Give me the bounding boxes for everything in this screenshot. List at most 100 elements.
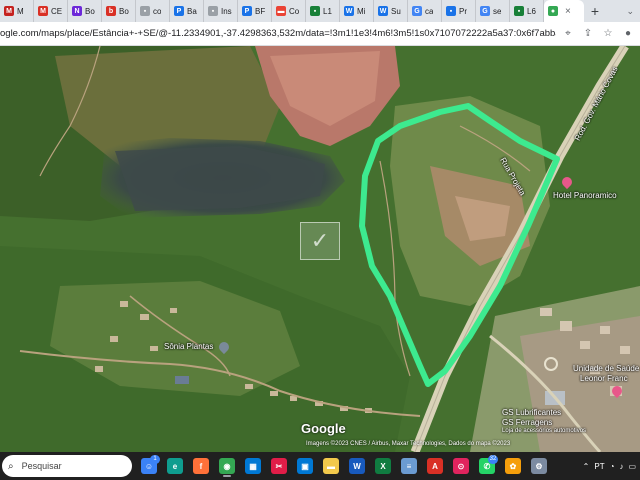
location-icon[interactable]: ⌖	[562, 28, 574, 39]
language-indicator[interactable]: PT	[594, 462, 604, 471]
check-icon: ✓	[300, 222, 340, 260]
poi-gs-ferragens-label[interactable]: GS Ferragens	[502, 418, 552, 427]
tab-label: Ba	[187, 6, 197, 16]
browser-tab[interactable]: ▪ Pr	[442, 0, 476, 22]
tab-favicon-icon: ▪	[446, 6, 456, 16]
taskbar-app-app1[interactable]: ▣	[294, 455, 316, 477]
firefox-icon: f	[193, 458, 209, 474]
poi-leonor-label[interactable]: Leonor Franc	[580, 374, 628, 383]
taskbar-app-settings[interactable]: ⚙	[528, 455, 550, 477]
poi-hotel-label[interactable]: Hotel Panoramico	[553, 191, 617, 200]
tab-label: M	[17, 6, 24, 16]
tab-favicon-icon: P	[174, 6, 184, 16]
taskbar-app-whatsapp[interactable]: ✆ 32	[476, 455, 498, 477]
settings-icon: ⚙	[531, 458, 547, 474]
notepad-icon: ≡	[401, 458, 417, 474]
tab-label: Su	[391, 6, 401, 16]
browser-tab[interactable]: ● ×	[544, 0, 584, 22]
tab-favicon-icon: ▬	[276, 6, 286, 16]
browser-tab[interactable]: W Su	[374, 0, 408, 22]
search-icon: ⌕	[8, 460, 14, 472]
browser-tab[interactable]: Gca	[408, 0, 442, 22]
taskbar: ⌕ Pesquisar ☺ 1 e f ◉ ▦ ✂ ▣ ▬ W X ≡ A ⊙ ✆ 32 ✿ ⚙ ⌃ PT ◔ ♪…	[0, 452, 640, 480]
screen: M M M CE N Bo b Bo ▪ co P Ba ▪ Ins P BF ▬ Co ▪ L1 W Mi W Su Gca ▪…	[0, 0, 640, 480]
taskbar-apps: ☺ 1 e f ◉ ▦ ✂ ▣ ▬ W X ≡ A ⊙ ✆ 32 ✿ ⚙	[138, 455, 550, 477]
taskbar-app-excel[interactable]: X	[372, 455, 394, 477]
tab-label: ca	[425, 6, 434, 16]
poi-gs-lubrificantes-label[interactable]: GS Lubrificantes	[502, 408, 561, 417]
bookmark-star-icon[interactable]: ☆	[602, 28, 614, 39]
tab-favicon-icon: b	[106, 6, 116, 16]
system-tray: ⌃ PT ◔ ♪ ▭	[583, 462, 640, 471]
volume-icon[interactable]: ♪	[619, 462, 623, 471]
browser-tab[interactable]: MM	[0, 0, 34, 22]
search-placeholder: Pesquisar	[21, 461, 62, 471]
pdf-icon: A	[427, 458, 443, 474]
tab-label: Bo	[85, 6, 95, 16]
tab-label: se	[493, 6, 502, 16]
browser-tab[interactable]: ▬ Co	[272, 0, 306, 22]
edge-icon: e	[167, 458, 183, 474]
share-icon[interactable]: ⇪	[582, 28, 594, 39]
profile-icon[interactable]: ●	[622, 28, 634, 39]
tab-label: Pr	[459, 6, 467, 16]
taskbar-search-box[interactable]: ⌕ Pesquisar	[2, 455, 132, 477]
tab-favicon-icon: ▪	[140, 6, 150, 16]
taskbar-app-firefox[interactable]: f	[190, 455, 212, 477]
taskbar-app-word[interactable]: W	[346, 455, 368, 477]
browser-tab[interactable]: ▪ Ins	[204, 0, 238, 22]
poi-loja-label[interactable]: Loja de acessórios automotivos	[502, 428, 586, 434]
new-tab-button[interactable]: +	[584, 3, 606, 19]
url-field[interactable]: ogle.com/maps/place/Estância+-+SE/@-11.2…	[0, 22, 556, 46]
tab-label: L6	[527, 6, 536, 16]
snip-icon: ✂	[271, 458, 287, 474]
chevron-up-icon[interactable]: ⌃	[583, 462, 590, 471]
tab-favicon-icon: G	[412, 6, 422, 16]
tab-favicon-icon: ▪	[310, 6, 320, 16]
browser-tab[interactable]: W Mi	[340, 0, 374, 22]
taskbar-app-notepad[interactable]: ≡	[398, 455, 420, 477]
address-bar: ogle.com/maps/place/Estância+-+SE/@-11.2…	[0, 22, 640, 46]
browser-tab[interactable]: ▪ co	[136, 0, 170, 22]
tab-favicon-icon: W	[344, 6, 354, 16]
browser-tab[interactable]: ▪ L1	[306, 0, 340, 22]
taskbar-app-explorer[interactable]: ▬	[320, 455, 342, 477]
notification-badge: 1	[150, 455, 160, 464]
app1-icon: ▣	[297, 458, 313, 474]
taskbar-app-chrome[interactable]: ◉	[216, 455, 238, 477]
battery-icon[interactable]: ▭	[628, 462, 636, 471]
close-tab-icon[interactable]: ×	[565, 6, 571, 17]
browser-tab[interactable]: ▪ L6	[510, 0, 544, 22]
address-bar-actions: ⌖ ⇪ ☆ ●	[556, 28, 640, 39]
poi-unidade-label[interactable]: Unidade de Saúde	[573, 364, 639, 373]
map-canvas[interactable]: ✓ Hotel Panoramico Sônia Plantas Rua Pro…	[0, 46, 640, 452]
browser-tab[interactable]: P Ba	[170, 0, 204, 22]
poi-sonia-label[interactable]: Sônia Plantas	[164, 342, 213, 351]
browser-tab[interactable]: M CE	[34, 0, 68, 22]
taskbar-app-app3[interactable]: ✿	[502, 455, 524, 477]
taskbar-app-app2[interactable]: ⊙	[450, 455, 472, 477]
tab-favicon-icon: P	[242, 6, 252, 16]
tab-favicon-icon: ▪	[514, 6, 524, 16]
tab-favicon-icon: G	[480, 6, 490, 16]
tab-label: L1	[323, 6, 332, 16]
google-logo: Google	[301, 421, 346, 436]
tab-label: Bo	[119, 6, 129, 16]
browser-tab[interactable]: b Bo	[102, 0, 136, 22]
browser-tab-strip: M M M CE N Bo b Bo ▪ co P Ba ▪ Ins P BF ▬ Co ▪ L1 W Mi W Su Gca ▪…	[0, 0, 640, 22]
tab-favicon-icon: W	[378, 6, 388, 16]
browser-tab[interactable]: N Bo	[68, 0, 102, 22]
tab-favicon-icon: M	[38, 6, 48, 16]
taskbar-app-snip[interactable]: ✂	[268, 455, 290, 477]
tab-search-icon[interactable]: ⌄	[626, 6, 640, 17]
tab-favicon-icon: ▪	[208, 6, 218, 16]
browser-tab[interactable]: Gse	[476, 0, 510, 22]
browser-tab[interactable]: P BF	[238, 0, 272, 22]
word-icon: W	[349, 458, 365, 474]
tab-label: Co	[289, 6, 300, 16]
taskbar-app-pdf[interactable]: A	[424, 455, 446, 477]
taskbar-app-store[interactable]: ▦	[242, 455, 264, 477]
network-icon[interactable]: ◔	[610, 462, 615, 471]
taskbar-app-edge[interactable]: e	[164, 455, 186, 477]
taskbar-app-chat[interactable]: ☺ 1	[138, 455, 160, 477]
